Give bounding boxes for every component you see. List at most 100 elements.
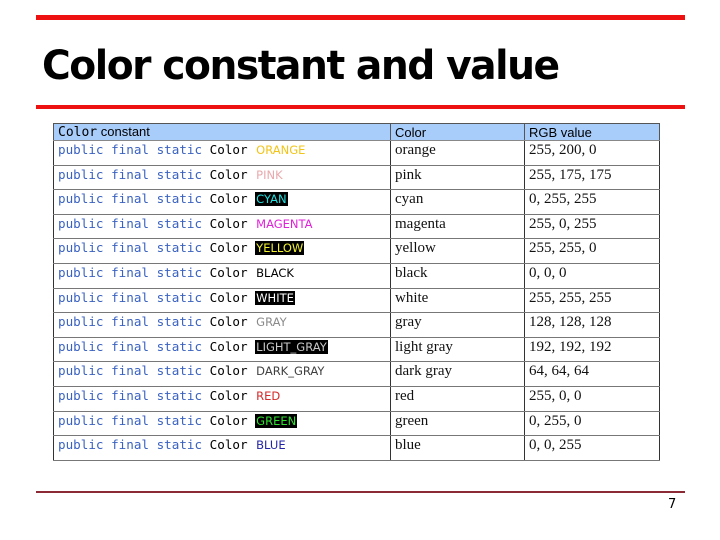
title-top-rule xyxy=(36,15,685,20)
declaration-type: Color xyxy=(209,437,248,453)
slide-title: Color constant and value xyxy=(42,43,560,89)
color-name-cell: red xyxy=(390,385,525,412)
constant-name: DARK_GRAY xyxy=(256,364,325,379)
declaration-modifiers: public final static xyxy=(58,240,203,256)
declaration-modifiers: public final static xyxy=(58,314,203,330)
constant-name: MAGENTA xyxy=(256,216,313,231)
constant-cell: public final static Color LIGHT_GRAY xyxy=(53,336,391,363)
header-color-constant: Color constant xyxy=(53,123,391,141)
table-row-red: public final static Color RED red 255, 0… xyxy=(53,385,660,412)
table-row-magenta: public final static Color MAGENTA magent… xyxy=(53,213,660,240)
color-name-cell: dark gray xyxy=(390,361,525,387)
rgb-value-cell: 64, 64, 64 xyxy=(524,361,660,387)
rgb-value-cell: 0, 0, 255 xyxy=(524,435,660,461)
constant-cell: public final static Color DARK_GRAY xyxy=(53,361,391,387)
declaration: public final static Color BLUE xyxy=(58,437,287,452)
table-row-yellow: public final static Color YELLOW yellow … xyxy=(53,238,660,264)
table-row-light-gray: public final static Color LIGHT_GRAY lig… xyxy=(53,336,660,363)
constant-cell: public final static Color BLUE xyxy=(53,435,391,461)
constant-cell: public final static Color BLACK xyxy=(53,262,391,289)
declaration-modifiers: public final static xyxy=(58,412,203,428)
declaration-modifiers: public final static xyxy=(58,191,203,207)
rgb-value-cell: 255, 255, 0 xyxy=(524,238,660,264)
declaration: public final static Color GRAY xyxy=(58,314,288,329)
declaration-modifiers: public final static xyxy=(58,437,203,453)
table-row-green: public final static Color GREEN green 0,… xyxy=(53,410,660,437)
color-name-cell: white xyxy=(390,287,525,314)
constant-name: ORANGE xyxy=(256,143,306,157)
color-name-cell: pink xyxy=(390,164,525,191)
declaration: public final static Color WHITE xyxy=(58,290,295,305)
color-name-cell: black xyxy=(390,262,525,289)
color-name-cell: cyan xyxy=(390,189,525,215)
declaration-type: Color xyxy=(209,338,248,354)
declaration: public final static Color YELLOW xyxy=(58,240,305,256)
rgb-value-cell: 0, 0, 0 xyxy=(524,262,660,289)
table-row-black: public final static Color BLACK black 0,… xyxy=(53,262,660,289)
constant-cell: public final static Color MAGENTA xyxy=(53,213,391,240)
rgb-value-cell: 0, 255, 255 xyxy=(524,189,660,215)
declaration-type: Color xyxy=(209,142,248,157)
declaration-modifiers: public final static xyxy=(58,387,203,403)
declaration-type: Color xyxy=(209,412,248,428)
declaration: public final static Color ORANGE xyxy=(58,142,306,157)
table-row-pink: public final static Color PINK pink 255,… xyxy=(53,164,660,191)
constant-name: CYAN xyxy=(255,192,288,207)
constant-cell: public final static Color YELLOW xyxy=(53,238,391,264)
declaration-type: Color xyxy=(209,314,248,330)
declaration: public final static Color PINK xyxy=(58,167,284,182)
constant-name: BLUE xyxy=(256,438,286,453)
color-name-cell: orange xyxy=(390,140,525,166)
rgb-value-cell: 255, 175, 175 xyxy=(524,164,660,191)
declaration-modifiers: public final static xyxy=(58,338,203,354)
header-constant-text: constant xyxy=(97,124,150,139)
page-number: 7 xyxy=(668,497,677,512)
constant-name: PINK xyxy=(256,167,283,182)
declaration-modifiers: public final static xyxy=(58,215,203,231)
constant-cell: public final static Color GREEN xyxy=(53,410,391,437)
declaration: public final static Color MAGENTA xyxy=(58,216,314,231)
constant-cell: public final static Color ORANGE xyxy=(53,140,391,166)
declaration: public final static Color GREEN xyxy=(58,412,298,428)
declaration-type: Color xyxy=(209,289,248,305)
rgb-value-cell: 255, 255, 255 xyxy=(524,287,660,314)
declaration-type: Color xyxy=(209,363,248,379)
header-color-code: Color xyxy=(58,125,98,140)
constant-name: LIGHT_GRAY xyxy=(255,339,328,354)
color-name-cell: light gray xyxy=(390,336,525,363)
header-color: Color xyxy=(390,123,525,141)
declaration: public final static Color RED xyxy=(58,388,281,403)
declaration-modifiers: public final static xyxy=(58,289,203,305)
declaration-modifiers: public final static xyxy=(58,363,203,379)
declaration: public final static Color BLACK xyxy=(58,265,295,280)
declaration-type: Color xyxy=(209,166,248,182)
color-name-cell: gray xyxy=(390,312,525,338)
declaration-type: Color xyxy=(209,387,248,403)
rgb-value-cell: 192, 192, 192 xyxy=(524,336,660,363)
constant-name: RED xyxy=(256,388,281,403)
color-name-cell: blue xyxy=(390,435,525,461)
declaration-modifiers: public final static xyxy=(58,142,203,157)
declaration: public final static Color LIGHT_GRAY xyxy=(58,339,328,354)
table-row-orange: public final static Color ORANGE orange … xyxy=(53,140,660,166)
declaration-modifiers: public final static xyxy=(58,166,203,182)
table-header-row: Color constant Color RGB value xyxy=(53,123,660,141)
declaration: public final static Color CYAN xyxy=(58,191,288,207)
rgb-value-cell: 255, 200, 0 xyxy=(524,140,660,166)
declaration-type: Color xyxy=(209,240,248,256)
table-row-blue: public final static Color BLUE blue 0, 0… xyxy=(53,435,660,461)
table-row-cyan: public final static Color CYAN cyan 0, 2… xyxy=(53,189,660,215)
constant-cell: public final static Color RED xyxy=(53,385,391,412)
color-name-cell: green xyxy=(390,410,525,437)
footer-rule xyxy=(36,491,685,493)
constant-cell: public final static Color GRAY xyxy=(53,312,391,338)
declaration-type: Color xyxy=(209,191,248,207)
table-row-gray: public final static Color GRAY gray 128,… xyxy=(53,312,660,338)
constant-cell: public final static Color PINK xyxy=(53,164,391,191)
constant-name: GREEN xyxy=(255,413,298,428)
constant-name: YELLOW xyxy=(255,241,305,256)
rgb-value-cell: 255, 0, 255 xyxy=(524,213,660,240)
color-constants-table: Color constant Color RGB value public fi… xyxy=(53,123,660,461)
color-name-cell: yellow xyxy=(390,238,525,264)
rgb-value-cell: 128, 128, 128 xyxy=(524,312,660,338)
